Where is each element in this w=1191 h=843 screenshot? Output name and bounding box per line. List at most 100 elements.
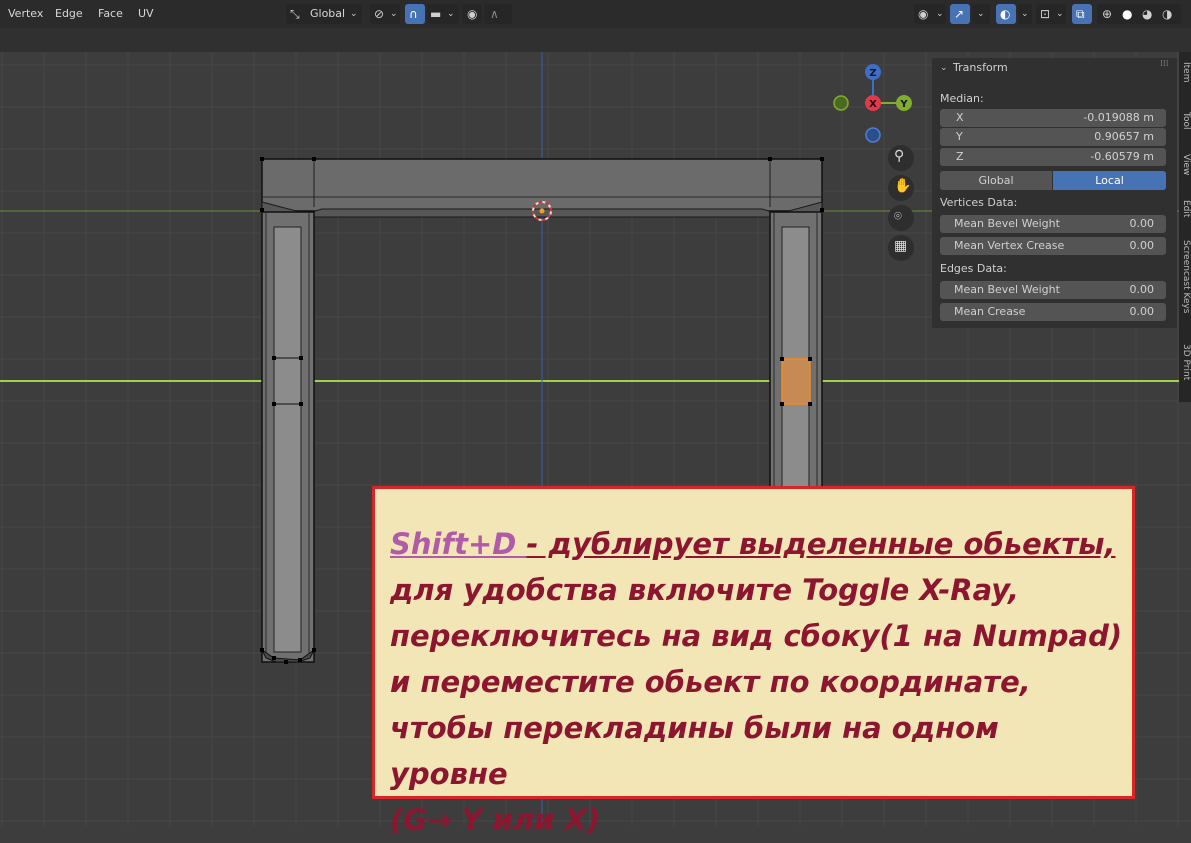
camera-view-button[interactable]: ⌾ [888, 205, 914, 231]
instruction-line-2: для удобства включите Toggle X-Ray, [390, 573, 1019, 607]
median-y-field[interactable]: Y 0.90657 m [940, 128, 1166, 146]
instruction-line-1: - дублирует выделенные обьекты, [526, 527, 1116, 561]
chevron-down-icon: ⌄ [977, 9, 985, 19]
selected-face [781, 358, 811, 405]
edge-crease-value: 0.00 [1129, 305, 1155, 318]
proportional-editing-toggle[interactable]: ◉ [462, 4, 482, 24]
vertex-bevel-weight-label: Mean Bevel Weight [954, 217, 1060, 230]
eye-icon: ◉ [918, 7, 929, 21]
zoom-button[interactable]: ⚲ [888, 145, 914, 171]
snap-increment-icon: ▬ [430, 7, 442, 21]
x-value: -0.019088 m [1083, 111, 1154, 124]
instruction-line-5: чтобы перекладины были на одном уровне [390, 711, 999, 791]
chevron-down-icon: ⌄ [1056, 9, 1064, 19]
gizmo-toggle[interactable]: ↗ [950, 4, 970, 24]
snap-toggle[interactable]: ∩ [405, 4, 425, 24]
chevron-down-icon: ⌄ [390, 9, 398, 19]
pivot-dropdown[interactable]: ⊘ ⌄ [370, 4, 400, 24]
drag-handle-icon[interactable]: ⁞⁞⁞ [1160, 59, 1169, 69]
instruction-line-4: и переместите обьект по координате, [390, 665, 1031, 699]
falloff-curve-icon: ∧ [490, 7, 499, 21]
gizmo-dropdown[interactable]: ⌄ [972, 4, 990, 24]
tab-tool[interactable]: Tool [1179, 112, 1191, 129]
instruction-text: Shift+D - дублирует выделенные обьекты, … [390, 521, 1125, 843]
median-z-field[interactable]: Z -0.60579 m [940, 148, 1166, 166]
chevron-down-icon: ⌄ [447, 9, 455, 19]
snap-target-dropdown[interactable]: ▬ ⌄ [427, 4, 459, 24]
xray-toggle[interactable]: ⧉ [1072, 4, 1092, 24]
instruction-line-3: переключитесь на вид сбоку(1 на Numpad) [390, 619, 1123, 653]
wireframe-shading-icon[interactable]: ⊕ [1102, 7, 1112, 21]
proportional-icon: ◉ [467, 7, 478, 21]
edge-bevel-weight-value: 0.00 [1129, 283, 1155, 296]
y-label: Y [956, 130, 963, 143]
y-value: 0.90657 m [1094, 130, 1154, 143]
overlays-dropdown[interactable]: ⌄ [1018, 4, 1032, 24]
z-label: Z [956, 150, 964, 163]
gizmo-icon: ↗ [954, 7, 965, 21]
vertex-bevel-weight-value: 0.00 [1129, 217, 1155, 230]
menu-uv[interactable]: UV [138, 7, 154, 20]
local-toggle[interactable]: Local [1053, 171, 1166, 190]
navigation-gizmo[interactable]: Z Y X [830, 60, 920, 150]
vertex-crease-field[interactable]: Mean Vertex Crease 0.00 [940, 237, 1166, 255]
orientation-icon: ⤡ [290, 7, 300, 21]
neg-z-axis-handle[interactable] [865, 127, 881, 143]
xray-icon: ⧉ [1076, 7, 1085, 21]
vertices-data-heading: Vertices Data: [940, 196, 1018, 209]
median-label: Median: [940, 92, 984, 105]
falloff-dropdown[interactable]: ∧ [484, 4, 512, 24]
neg-y-axis-handle[interactable] [833, 95, 849, 111]
magnet-icon: ∩ [409, 7, 418, 21]
tab-view[interactable]: View [1179, 154, 1191, 175]
perspective-toggle-button[interactable]: ▦ [888, 235, 914, 261]
menu-face[interactable]: Face [98, 7, 123, 20]
chevron-down-icon: ⌄ [936, 9, 944, 19]
rendered-shading-icon[interactable]: ◑ [1162, 7, 1172, 21]
instruction-line-6: (G→ Y или X) [390, 803, 601, 837]
viewport-header: Vertex Edge Face UV ⤡ Global ⌄ ⊘ ⌄ ∩ ▬ ⌄… [0, 0, 1191, 28]
instruction-callout: Shift+D - дублирует выделенные обьекты, … [372, 486, 1135, 837]
tab-screencast-keys[interactable]: Screencast Keys [1179, 240, 1191, 314]
tab-3d-print[interactable]: 3D Print [1179, 344, 1191, 380]
shortcut-label: Shift+D [390, 527, 527, 561]
top-beam [261, 158, 823, 212]
shading-modes: ⊕ ● ◕ ◑ [1097, 4, 1181, 24]
tool-settings-strip [0, 28, 1191, 52]
vertex-bevel-weight-field[interactable]: Mean Bevel Weight 0.00 [940, 215, 1166, 233]
collapse-chevron-icon[interactable]: ⌄ [940, 63, 948, 73]
z-axis-label: Z [869, 68, 876, 79]
mesh-edit-overlays-dropdown[interactable]: ⊡ ⌄ [1036, 4, 1066, 24]
hand-icon: ✋ [894, 178, 912, 194]
tab-item[interactable]: Item [1179, 62, 1191, 83]
sidebar-item-panel: ⌄ Transform ⁞⁞⁞ Median: X -0.019088 m Y … [932, 58, 1177, 328]
edge-crease-field[interactable]: Mean Crease 0.00 [940, 303, 1166, 321]
menu-vertex[interactable]: Vertex [8, 7, 43, 20]
edge-bevel-weight-field[interactable]: Mean Bevel Weight 0.00 [940, 281, 1166, 299]
tab-edit[interactable]: Edit [1179, 200, 1191, 217]
global-toggle[interactable]: Global [940, 171, 1052, 190]
menu-edge[interactable]: Edge [55, 7, 83, 20]
camera-icon: ⌾ [894, 209, 902, 224]
sidebar-tabs: Item Tool View Edit Screencast Keys 3D P… [1179, 52, 1191, 402]
pivot-icon: ⊘ [374, 7, 385, 21]
x-axis-label: X [869, 99, 877, 110]
median-x-field[interactable]: X -0.019088 m [940, 109, 1166, 127]
material-shading-icon[interactable]: ◕ [1142, 7, 1152, 21]
vertex-crease-label: Mean Vertex Crease [954, 239, 1065, 252]
solid-shading-icon[interactable]: ● [1122, 7, 1132, 21]
z-value: -0.60579 m [1090, 150, 1154, 163]
edges-data-heading: Edges Data: [940, 262, 1007, 275]
grid-icon: ▦ [894, 238, 908, 254]
y-axis-label: Y [899, 99, 908, 110]
mesh-overlay-icon: ⊡ [1040, 7, 1051, 21]
panel-title[interactable]: Transform [953, 61, 1008, 74]
chevron-down-icon: ⌄ [350, 9, 358, 19]
magnifier-icon: ⚲ [894, 148, 905, 164]
overlays-icon: ◐ [1000, 7, 1011, 21]
visibility-dropdown[interactable]: ◉ ⌄ [914, 4, 946, 24]
transform-orientation-dropdown[interactable]: ⤡ Global ⌄ [286, 4, 362, 24]
overlays-toggle[interactable]: ◐ [996, 4, 1016, 24]
pan-button[interactable]: ✋ [888, 175, 914, 201]
vertex-crease-value: 0.00 [1129, 239, 1155, 252]
